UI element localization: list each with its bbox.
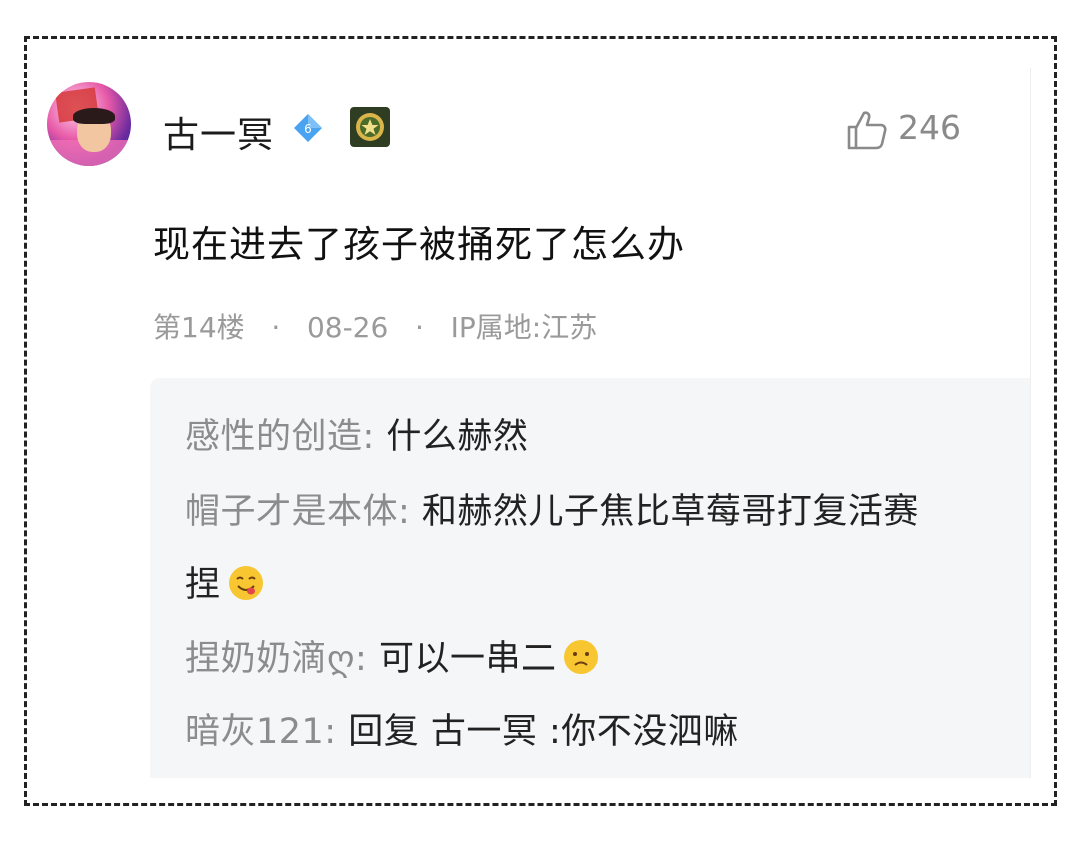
reply-item-continued: 捏	[185, 556, 265, 607]
level-number: 6	[304, 122, 312, 136]
reply-item[interactable]: 暗灰121: 回复 古一冥 :你不没泗嘛	[185, 703, 739, 754]
reply-item[interactable]: 感性的创造: 什么赫然	[185, 408, 528, 459]
ip-location: IP属地:江苏	[450, 311, 598, 344]
reply-text: 回复 古一冥 :你不没泗嘛	[336, 712, 739, 752]
reply-text: 什么赫然	[374, 417, 529, 457]
reply-author[interactable]: 捏奶奶滴ღ:	[185, 639, 367, 679]
reply-author[interactable]: 帽子才是本体:	[185, 492, 410, 532]
reply-item[interactable]: 帽子才是本体: 和赫然儿子焦比草莓哥打复活赛	[185, 483, 919, 534]
reply-text: 可以一串二	[367, 639, 557, 679]
reply-text: 和赫然儿子焦比草莓哥打复活赛	[410, 492, 919, 532]
user-name[interactable]: 古一冥	[163, 106, 274, 158]
floor-number: 第14楼	[153, 311, 245, 344]
comment-meta: 第14楼 · 08-26 · IP属地:江苏	[153, 306, 597, 346]
comment-text: 现在进去了孩子被捅死了怎么办	[153, 223, 685, 266]
level-badge-icon: 6	[294, 114, 322, 142]
comment-card: 古一冥 6 246 现在进去了孩子被捅死了怎么办 第14楼 · 08-26 · …	[45, 68, 1030, 778]
reply-text: 捏	[185, 565, 221, 605]
reply-list: 感性的创造: 什么赫然 帽子才是本体: 和赫然儿子焦比草莓哥打复活赛 捏 捏奶奶…	[150, 378, 1030, 778]
reply-author[interactable]: 暗灰121:	[185, 712, 337, 752]
like-count: 246	[898, 108, 961, 147]
reply-author[interactable]: 感性的创造:	[185, 417, 375, 457]
thumbs-up-icon[interactable]	[845, 108, 889, 152]
yum-emoji-icon	[228, 566, 263, 600]
reply-item[interactable]: 捏奶奶滴ღ: 可以一串二	[185, 630, 600, 681]
meta-separator: ·	[415, 311, 424, 344]
meta-separator: ·	[271, 311, 281, 344]
avatar[interactable]	[47, 82, 131, 166]
worried-emoji-icon	[564, 640, 599, 674]
medal-badge-icon	[350, 107, 390, 147]
comment-date: 08-26	[306, 311, 389, 344]
